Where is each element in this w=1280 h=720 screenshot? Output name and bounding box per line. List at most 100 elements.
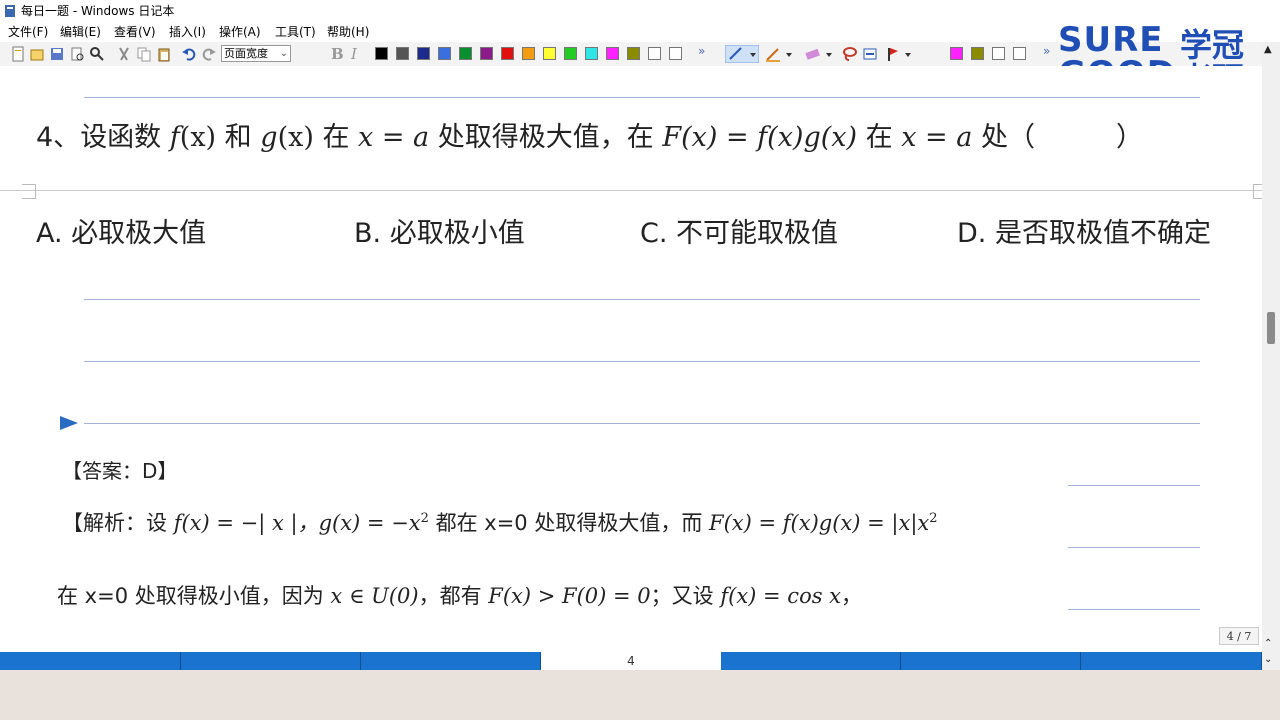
color-swatch[interactable] xyxy=(459,47,472,60)
explanation-text: ；又设 xyxy=(650,584,714,608)
ruled-line xyxy=(84,423,1200,424)
vertical-scrollbar[interactable]: ▲ ⌃ ⌄ xyxy=(1262,42,1280,670)
math-expression: f(x) = cos x xyxy=(720,584,842,608)
option-letter: A. xyxy=(36,218,63,249)
question-part: 和 xyxy=(224,122,252,153)
highlighter-tool-icon[interactable] xyxy=(764,46,794,62)
page-tab[interactable] xyxy=(1081,652,1262,670)
color-swatch[interactable] xyxy=(627,47,640,60)
math-F: F xyxy=(662,122,682,153)
play-marker-icon xyxy=(60,416,78,430)
explanation-text: ， xyxy=(841,584,863,608)
eraser-tool-icon[interactable] xyxy=(804,46,834,62)
page-indicator: 4 / 7 xyxy=(1219,627,1259,645)
page-tab[interactable] xyxy=(181,652,361,670)
color-swatch[interactable] xyxy=(992,47,1005,60)
question-part: 设函数 xyxy=(80,122,162,153)
math-arg: (x) xyxy=(277,122,314,153)
color-swatch[interactable] xyxy=(950,47,963,60)
option-letter: D. xyxy=(957,218,987,249)
zoom-select[interactable]: 页面宽度 ⌄ xyxy=(221,45,291,62)
pen-tool-icon[interactable] xyxy=(725,45,759,63)
option-text: 必取极小值 xyxy=(389,218,525,249)
menu-help[interactable]: 帮助(H) xyxy=(325,22,371,42)
menu-insert[interactable]: 插入(I) xyxy=(167,22,208,42)
menu-edit[interactable]: 编辑(E) xyxy=(58,22,103,42)
copy-icon[interactable] xyxy=(136,46,152,62)
color-swatch[interactable] xyxy=(396,47,409,60)
color-swatch[interactable] xyxy=(417,47,430,60)
redo-icon[interactable] xyxy=(201,46,217,62)
math-arg: (x) xyxy=(179,122,217,153)
color-swatch[interactable] xyxy=(648,47,661,60)
insert-space-icon[interactable] xyxy=(862,46,878,62)
option-a: A. 必取极大值 xyxy=(36,211,206,250)
window-title: 每日一题 - Windows 日记本 xyxy=(21,4,175,18)
menu-tools[interactable]: 工具(T) xyxy=(273,22,318,42)
page-marker-right xyxy=(1253,184,1262,199)
explanation-line-2: 在 x=0 处取得极小值，因为 x ∈ U(0)，都有 F(x) > F(0) … xyxy=(57,580,862,610)
flag-icon[interactable] xyxy=(885,46,915,62)
ruled-line xyxy=(1068,547,1200,548)
scrollbar-thumb[interactable] xyxy=(1267,312,1275,344)
lasso-select-icon[interactable] xyxy=(842,46,858,62)
color-swatch[interactable] xyxy=(564,47,577,60)
menu-view[interactable]: 查看(V) xyxy=(112,22,158,42)
option-b: B. 必取极小值 xyxy=(354,211,525,250)
option-c: C. 不可能取极值 xyxy=(640,211,838,250)
page-separator xyxy=(0,190,1262,191)
page-tab[interactable] xyxy=(721,652,901,670)
option-text: 是否取极值不确定 xyxy=(994,218,1211,249)
note-canvas[interactable]: 4、设函数 f(x) 和 g(x) 在 x = a 处取得极大值，在 F(x) … xyxy=(0,66,1262,652)
math-expression: F(x) = f(x)g(x) = |x|x xyxy=(709,511,930,535)
open-icon[interactable] xyxy=(29,46,45,62)
current-page-number: 4 xyxy=(627,654,635,668)
italic-button[interactable]: I xyxy=(351,45,357,63)
color-swatch[interactable] xyxy=(669,47,682,60)
math-expression: x ∈ U(0) xyxy=(330,584,419,608)
cut-icon[interactable] xyxy=(116,46,132,62)
option-text: 必取极大值 xyxy=(71,218,207,249)
undo-icon[interactable] xyxy=(181,46,197,62)
color-swatch[interactable] xyxy=(522,47,535,60)
menu-actions[interactable]: 操作(A) xyxy=(217,22,263,42)
answer-blank xyxy=(1035,122,1116,153)
explanation-text: ，都有 xyxy=(418,584,482,608)
page-tab[interactable] xyxy=(361,652,541,670)
page-tab[interactable] xyxy=(901,652,1081,670)
color-swatch[interactable] xyxy=(438,47,451,60)
math-exponent: 2 xyxy=(929,511,938,526)
color-swatch[interactable] xyxy=(543,47,556,60)
color-swatch[interactable] xyxy=(606,47,619,60)
ruled-line xyxy=(1068,485,1200,486)
save-icon[interactable] xyxy=(49,46,65,62)
ruled-line xyxy=(84,299,1200,300)
print-preview-icon[interactable] xyxy=(69,46,85,62)
color-swatch[interactable] xyxy=(375,47,388,60)
bold-button[interactable]: B xyxy=(331,45,344,63)
paste-icon[interactable] xyxy=(156,46,172,62)
math-f: f xyxy=(169,122,180,153)
scroll-up-icon[interactable]: ▲ xyxy=(1264,44,1272,55)
option-letter: C. xyxy=(640,218,668,249)
color-swatch[interactable] xyxy=(1013,47,1026,60)
page-tabs-bar: 4 xyxy=(0,652,1262,670)
page-up-icon[interactable]: ⌃ xyxy=(1264,638,1272,649)
page-tab[interactable] xyxy=(0,652,181,670)
ruled-line xyxy=(84,97,1200,98)
question-part: 处取得极大值，在 xyxy=(437,122,654,153)
math-expression: F(x) > F(0) = 0 xyxy=(488,584,651,608)
explanation-line-1: 【解析：设 f(x) = −| x |，g(x) = −x2 都在 x=0 处取… xyxy=(62,507,938,537)
menu-file[interactable]: 文件(F) xyxy=(6,22,50,42)
page-down-icon[interactable]: ⌄ xyxy=(1264,654,1272,665)
color-swatch[interactable] xyxy=(971,47,984,60)
color-swatch[interactable] xyxy=(585,47,598,60)
question-number: 4、 xyxy=(36,122,81,153)
search-icon[interactable] xyxy=(89,46,105,62)
color-swatch[interactable] xyxy=(480,47,493,60)
more-options-2-icon[interactable]: » xyxy=(1043,44,1050,58)
color-swatch[interactable] xyxy=(501,47,514,60)
question-part: 在 xyxy=(865,122,893,153)
new-note-icon[interactable] xyxy=(10,46,26,62)
more-options-icon[interactable]: » xyxy=(698,44,705,58)
